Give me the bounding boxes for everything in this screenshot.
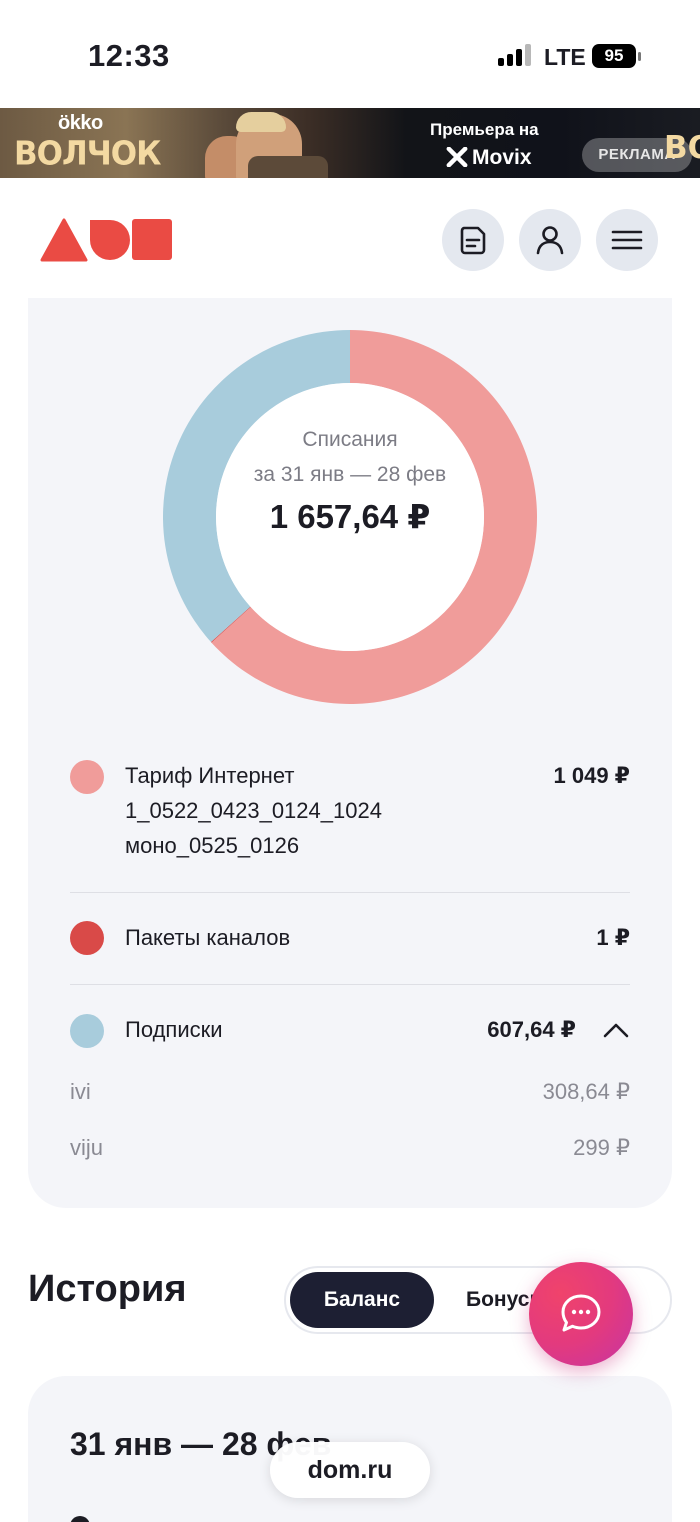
screen: 12:33 LTE 95 ökko ВОЛЧОК Премьера на Mov… (0, 0, 700, 1522)
ad-movie-title: ВОЛЧОК (14, 135, 161, 173)
menu-icon (611, 230, 643, 250)
charges-total: 1 657,64 ₽ (269, 498, 431, 535)
ad-edge-text: ВО (664, 130, 700, 166)
legend-dot (70, 760, 104, 794)
charge-row-subscriptions[interactable]: Подписки 607,64 ₽ (70, 1012, 630, 1048)
status-time: 12:33 (88, 38, 170, 73)
menu-button[interactable] (596, 209, 658, 271)
ad-premiere-text: Премьера на (430, 120, 539, 139)
charge-label-line: 1_0522_0423_0124_1024 (125, 798, 382, 823)
ad-partner-name: Movix (446, 146, 532, 170)
documents-button[interactable] (442, 209, 504, 271)
charges-period: за 31 янв — 28 фев (253, 463, 447, 486)
battery-icon: 95 (592, 44, 642, 70)
tab-balance[interactable]: Баланс (290, 1272, 434, 1328)
chat-button[interactable] (529, 1262, 633, 1366)
network-label: LTE (544, 44, 586, 70)
movix-logo-icon (446, 146, 468, 168)
charge-label: Подписки (125, 1017, 223, 1042)
charge-label: Пакеты каналов (125, 925, 291, 950)
history-title: История (28, 1268, 187, 1310)
ad-image-figure (236, 112, 286, 132)
charge-value: 1 049 ₽ (553, 763, 630, 788)
ad-banner[interactable]: ökko ВОЛЧОК Премьера на Movix РЕКЛАМА ВО (0, 108, 700, 178)
signal-icon (498, 44, 531, 66)
legend-dot (70, 1014, 104, 1048)
site-header (0, 178, 700, 298)
chat-bubble-icon (561, 1294, 601, 1332)
subscription-name: ivi (70, 1079, 91, 1104)
charge-label-line: моно_0525_0126 (125, 833, 300, 858)
user-icon (536, 226, 564, 255)
document-icon (460, 226, 486, 255)
battery-level: 95 (592, 44, 636, 68)
legend-dot (70, 921, 104, 955)
ad-image-figure (248, 156, 328, 178)
divider (70, 892, 630, 893)
subscription-name: viju (70, 1135, 104, 1160)
ad-brand: ökko (58, 112, 103, 134)
url-bar[interactable]: dom.ru (270, 1442, 430, 1498)
status-bar: 12:33 LTE 95 (0, 0, 700, 108)
charges-card: Списания за 31 янв — 28 фев 1 657,64 ₽ Т… (28, 298, 672, 1208)
charge-row-channels: Пакеты каналов 1 ₽ (70, 920, 630, 956)
divider (70, 984, 630, 985)
donut-center: Списания за 31 янв — 28 фев 1 657,64 ₽ (163, 423, 537, 536)
subscription-value: 299 ₽ (573, 1135, 630, 1160)
charge-row-tariff: Тариф Интернет 1_0522_0423_0124_1024 мон… (70, 758, 630, 868)
charge-value: 607,64 ₽ (487, 1017, 576, 1042)
profile-button[interactable] (519, 209, 581, 271)
ad-partner-label: Movix (472, 146, 532, 169)
charges-caption: Списания (302, 428, 398, 451)
dom-ru-logo[interactable] (40, 216, 174, 262)
history-row-peek (70, 1516, 90, 1522)
charge-label: Тариф Интернет 1_0522_0423_0124_1024 мон… (125, 758, 382, 863)
charge-value: 1 ₽ (596, 925, 630, 950)
charge-label-line: Тариф Интернет (125, 763, 295, 788)
subscription-value: 308,64 ₽ (542, 1079, 630, 1104)
chevron-up-icon[interactable] (602, 1020, 630, 1040)
